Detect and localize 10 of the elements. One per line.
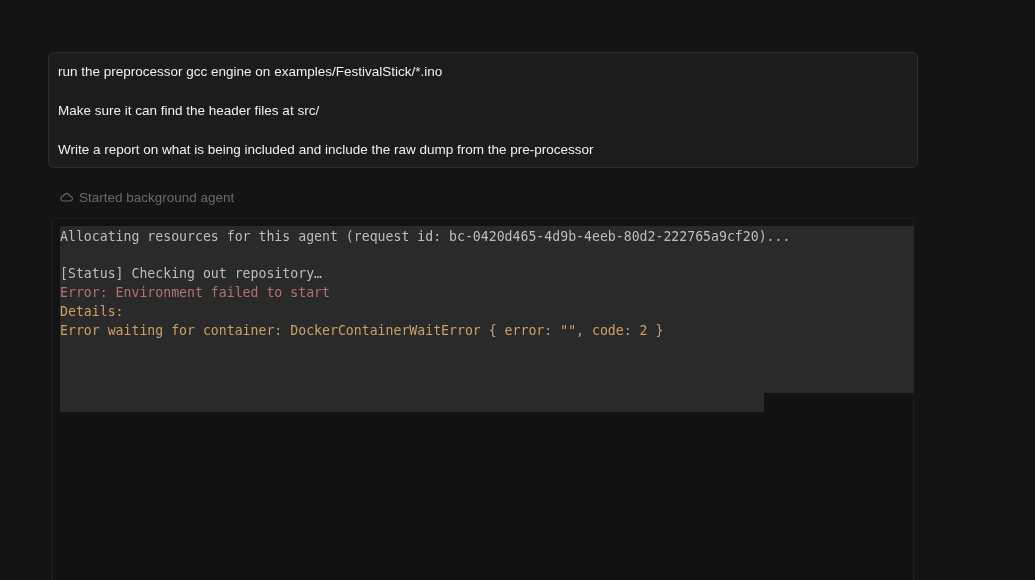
prompt-text: Make sure it can find the header files at src/ xyxy=(58,102,321,120)
prompt-text: run the preprocessor gcc engine on examples/FestivalStick/*.ino xyxy=(58,63,444,81)
log-line: Details: xyxy=(60,303,125,321)
log-line: Error waiting for container: DockerContainerWaitError { error: "", code: 2 } xyxy=(60,322,665,340)
log-line: [Status] Checking out repository… xyxy=(60,265,323,283)
log-line: Allocating resources for this agent (request id: bc-0420d465-4d9b-4eeb-80d2-222765a9cf20)... xyxy=(60,228,792,246)
status-text: Started background agent xyxy=(79,189,235,205)
prompt-text: Write a report on what is being included and include the raw dump from the pre-processor xyxy=(58,141,595,159)
log-line: Error: Environment failed to start xyxy=(60,284,331,302)
cloud-icon xyxy=(60,192,73,202)
